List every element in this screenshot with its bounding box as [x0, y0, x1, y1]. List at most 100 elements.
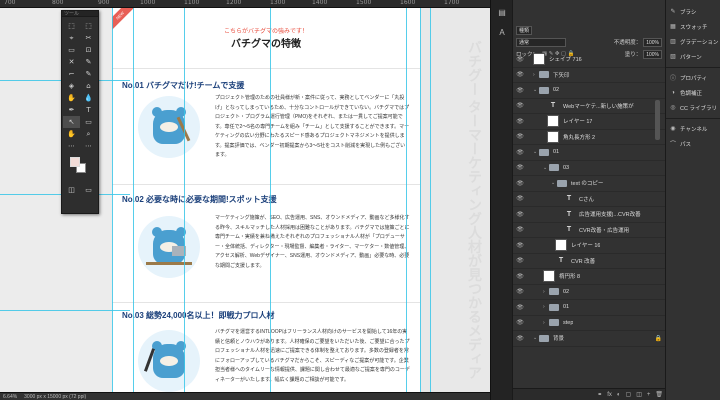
vertical-guide[interactable] — [184, 8, 185, 392]
visibility-eye-icon[interactable]: 👁 — [513, 257, 527, 264]
panel-paths[interactable]: ⌒ パス — [666, 136, 720, 151]
adjustment-layer-icon[interactable]: ◐ — [617, 392, 621, 398]
frame-tool-icon[interactable]: ⊡ — [80, 44, 97, 56]
vertical-guide[interactable] — [406, 8, 407, 392]
panel-cc-libraries[interactable]: ◎ CC ライブラリ — [666, 100, 720, 115]
layer-row[interactable]: 👁 楕円形 8 — [513, 269, 666, 285]
screen-mode-icon[interactable]: ▭ — [80, 184, 97, 196]
blur-tool-icon[interactable]: 💧 — [80, 92, 97, 104]
layer-filter-kind[interactable]: 種類 — [516, 25, 533, 35]
history-panel-icon[interactable]: ▤ — [491, 6, 513, 20]
new-layer-icon[interactable]: + — [647, 392, 651, 398]
zoom-tool-icon[interactable]: ⌕ — [80, 128, 97, 140]
layer-row[interactable]: 👁 › 01 — [513, 300, 666, 316]
layer-name[interactable]: 02 — [563, 289, 569, 295]
tools-panel[interactable]: ツール ⬚ ⬚ ⌖ ✂ ▭ ⊡ ✕ ✎ ⌐ ✎ ◈ ⌂ ✋ 💧 ✒ T ↖ ▭ … — [61, 10, 99, 214]
vertical-guide[interactable] — [133, 8, 134, 392]
gradient-tool-icon[interactable]: ✋ — [63, 92, 80, 104]
visibility-eye-icon[interactable]: 👁 — [513, 102, 527, 109]
layer-name[interactable]: 01 — [553, 149, 559, 155]
visibility-eye-icon[interactable]: 👁 — [513, 149, 527, 156]
panel-brushes[interactable]: ✎ ブラシ — [666, 4, 720, 19]
visibility-eye-icon[interactable]: 👁 — [513, 118, 527, 125]
panel-swatches[interactable]: ▦ スウォッチ — [666, 19, 720, 34]
healing-brush-tool-icon[interactable]: ✎ — [80, 56, 97, 68]
layer-list[interactable]: 👁 シェイプ 716 👁 › 下矢印 👁 ⌄ 02 👁 T Webマーケテ...新しい施策が 👁 レイヤ… — [513, 52, 666, 386]
color-swatches[interactable] — [62, 155, 98, 181]
layer-row[interactable]: 👁 T CVR 改善 — [513, 254, 666, 269]
visibility-eye-icon[interactable]: 👁 — [513, 288, 527, 295]
foreground-color-swatch[interactable] — [70, 157, 80, 167]
pen-tool-icon[interactable]: ✒ — [63, 104, 80, 116]
panel-channels[interactable]: ◉ チャンネル — [666, 121, 720, 136]
layer-row[interactable]: 👁 T CVR改善・広告運用 — [513, 223, 666, 238]
layer-row[interactable]: 👁 › 下矢印 — [513, 68, 666, 83]
layer-name[interactable]: text のコピー — [571, 179, 603, 187]
eraser-tool-icon[interactable]: ⌂ — [80, 80, 97, 92]
visibility-eye-icon[interactable]: 👁 — [513, 335, 527, 342]
visibility-eye-icon[interactable]: 👁 — [513, 56, 527, 63]
layer-name[interactable]: 03 — [563, 165, 569, 171]
layer-name[interactable]: CVR 改善 — [571, 257, 595, 265]
visibility-eye-icon[interactable]: 👁 — [513, 211, 527, 218]
visibility-eye-icon[interactable]: 👁 — [513, 164, 527, 171]
link-layers-icon[interactable]: ⚭ — [597, 391, 602, 398]
type-tool-icon[interactable]: T — [80, 104, 97, 116]
layer-name[interactable]: Cさん — [579, 195, 594, 203]
layer-name[interactable]: 02 — [553, 87, 559, 93]
new-group-icon[interactable]: ◫ — [636, 391, 642, 398]
layer-name[interactable]: シェイプ 716 — [549, 55, 582, 63]
crop-tool-icon[interactable]: ▭ — [63, 44, 80, 56]
vertical-guide[interactable] — [112, 8, 113, 392]
path-selection-tool-icon[interactable]: ↖ — [63, 116, 80, 128]
lock-icon[interactable]: 🔒 — [655, 335, 662, 342]
layer-row[interactable]: 👁 T Cさん — [513, 192, 666, 207]
eyedropper-tool-icon[interactable]: ✕ — [63, 56, 80, 68]
vertical-guide[interactable] — [420, 8, 421, 392]
horizontal-guide[interactable] — [0, 310, 130, 311]
visibility-eye-icon[interactable]: 👁 — [513, 133, 527, 140]
blend-mode-select[interactable]: 通常 — [516, 37, 566, 47]
zoom-level[interactable]: 6.64% — [3, 394, 17, 400]
visibility-eye-icon[interactable]: 👁 — [513, 226, 527, 233]
hand-tool-icon[interactable]: ✋ — [63, 128, 80, 140]
visibility-eye-icon[interactable]: 👁 — [513, 87, 527, 94]
visibility-eye-icon[interactable]: 👁 — [513, 273, 527, 280]
layer-row[interactable]: 👁 T Webマーケテ...新しい施策が — [513, 99, 666, 114]
mask-icon[interactable]: ▢ — [626, 391, 632, 398]
quick-mask-icon[interactable]: ◫ — [63, 184, 80, 196]
visibility-eye-icon[interactable]: 👁 — [513, 71, 527, 78]
more-tools-icon[interactable]: ⋯ — [63, 140, 80, 152]
layer-name[interactable]: レイヤー 16 — [571, 241, 600, 249]
trash-icon[interactable]: 🗑 — [655, 391, 663, 398]
layer-row[interactable]: 👁 ⌄ 背景 🔒 — [513, 331, 666, 347]
opacity-input[interactable]: 100% — [643, 37, 662, 47]
layer-name[interactable]: 角丸長方形 2 — [563, 133, 595, 141]
magic-wand-tool-icon[interactable]: ✂ — [80, 32, 97, 44]
visibility-eye-icon[interactable]: 👁 — [513, 304, 527, 311]
history-brush-tool-icon[interactable]: ◈ — [63, 80, 80, 92]
brush-tool-icon[interactable]: ⌐ — [63, 68, 80, 80]
layer-name[interactable]: Webマーケテ...新しい施策が — [563, 102, 634, 110]
layer-name[interactable]: 01 — [563, 304, 569, 310]
panel-patterns[interactable]: ▧ パターン — [666, 49, 720, 64]
panel-properties[interactable]: ⓘ プロパティ — [666, 70, 720, 85]
layer-name[interactable]: step — [563, 320, 573, 326]
visibility-eye-icon[interactable]: 👁 — [513, 180, 527, 187]
layer-row[interactable]: 👁 ⌄ 03 — [513, 161, 666, 176]
rectangle-tool-icon[interactable]: ▭ — [80, 116, 97, 128]
document-artboard[interactable]: こちらがバチグマの強みです！ バチグマの特徴 No.01 バチグマだけ!チームで… — [112, 8, 420, 392]
fx-icon[interactable]: fx — [607, 392, 612, 398]
visibility-eye-icon[interactable]: 👁 — [513, 319, 527, 326]
edit-toolbar-icon[interactable]: ⋯ — [80, 140, 97, 152]
visibility-eye-icon[interactable]: 👁 — [513, 242, 527, 249]
layer-row[interactable]: 👁 角丸長方形 2 — [513, 130, 666, 145]
layer-name[interactable]: 楕円形 8 — [559, 272, 580, 280]
layers-panel[interactable]: 種類 通常 不透明度： 100% ロック： ▦ ✎ ✥ ▢ 🔒 塗り： 100%… — [512, 0, 666, 400]
layer-name[interactable]: 下矢印 — [553, 71, 570, 79]
layer-row[interactable]: 👁 ⌄ text のコピー — [513, 176, 666, 192]
panel-gradients[interactable]: ▥ グラデーション — [666, 34, 720, 49]
layer-row[interactable]: 👁 T 広告運用支援|...CVR改善 — [513, 207, 666, 223]
visibility-eye-icon[interactable]: 👁 — [513, 195, 527, 202]
vertical-guide[interactable] — [270, 8, 271, 392]
